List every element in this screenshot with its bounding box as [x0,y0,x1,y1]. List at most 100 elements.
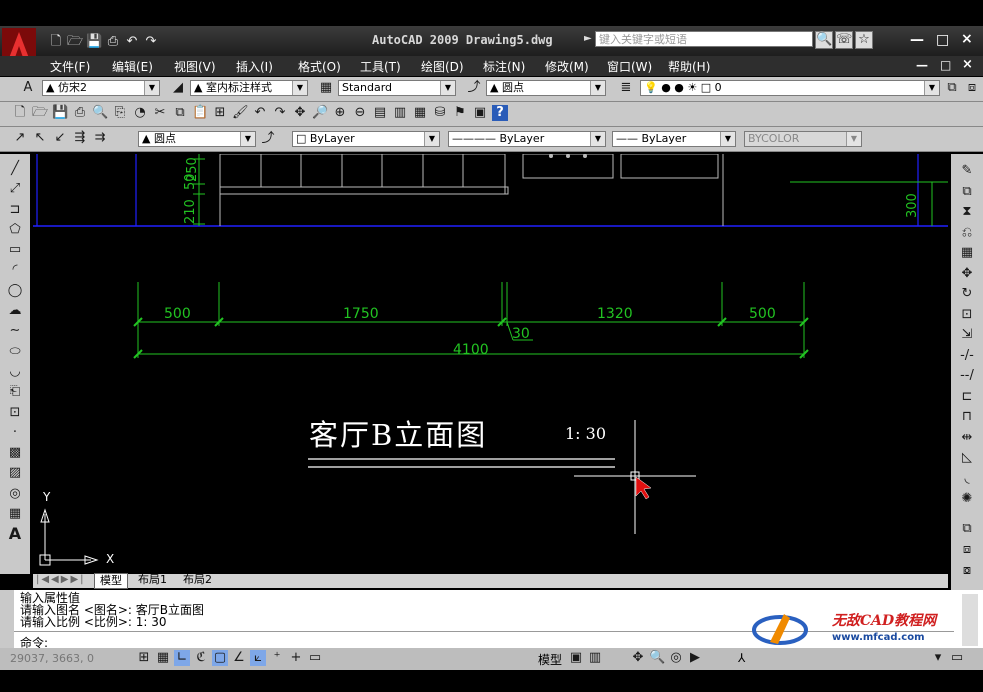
remove-leader-icon[interactable]: ↙ [52,130,68,146]
extend-icon[interactable]: --/ [958,367,976,385]
menu-dimension[interactable]: 标注(N) [483,58,525,75]
construction-line-icon[interactable]: ⤢ [6,180,24,198]
steering-wheel-icon[interactable]: ◎ [668,650,684,666]
insert-block-icon[interactable]: ⎗ [6,383,24,401]
ellipse-icon[interactable]: ⬭ [6,343,24,361]
undo-icon[interactable]: ↶ [252,105,268,121]
ortho-icon[interactable]: ∟ [174,650,190,666]
menu-format[interactable]: 格式(O) [298,58,341,75]
doc-restore-button[interactable]: □ [940,58,951,72]
polyline-icon[interactable]: ⊐ [6,201,24,219]
model-space-button[interactable]: 模型 [538,651,562,668]
gradient-icon[interactable]: ▨ [6,464,24,482]
zoom-window-icon[interactable]: ⊕ [332,105,348,121]
explode-icon[interactable]: ✺ [958,490,976,508]
chamfer-icon[interactable]: ◺ [958,449,976,467]
spline-icon[interactable]: ∼ [6,322,24,340]
redo-icon[interactable]: ↷ [143,34,159,50]
layer-state-icon[interactable]: ⧉ [944,80,960,96]
zoom-previous-icon[interactable]: ⊖ [352,105,368,121]
arc-icon[interactable]: ◜ [6,261,24,279]
open-icon[interactable]: 🗁 [67,34,83,50]
table-style-icon[interactable]: ▦ [318,80,334,96]
draworder-icon[interactable]: ⧉ [958,520,976,538]
minimize-button[interactable]: — [910,32,924,48]
erase-icon[interactable]: ✎ [958,162,976,180]
break-at-point-icon[interactable]: ⊏ [958,388,976,406]
mirror-icon[interactable]: ⧗ [958,203,976,221]
tab-layout1[interactable]: 布局1 [138,573,167,587]
match-properties-icon[interactable]: 🖌 [232,105,249,121]
menu-view[interactable]: 视图(V) [174,58,216,75]
copy-object-icon[interactable]: ⧉ [958,183,976,201]
markup-icon[interactable]: ⚑ [452,105,468,121]
redo-icon[interactable]: ↷ [272,105,288,121]
array-icon[interactable]: ▦ [958,244,976,262]
search-input[interactable]: 键入关键字或短语 [595,31,813,47]
quick-view-drawings-icon[interactable]: ▥ [587,650,603,666]
tray-settings-icon[interactable]: ▾ [930,650,946,666]
menu-window[interactable]: 窗口(W) [607,58,652,75]
add-leader-icon[interactable]: ↖ [32,130,48,146]
tab-model[interactable]: 模型 [94,573,128,589]
multileader-style-icon[interactable]: ⤴ [466,80,482,96]
plot-preview-icon[interactable]: 🔍 [92,105,108,121]
print-icon[interactable]: ⎙ [72,105,88,121]
quick-view-layouts-icon[interactable]: ▣ [568,650,584,666]
quick-properties-icon[interactable]: ▭ [307,650,323,666]
command-window-handle[interactable] [0,590,14,650]
save-icon[interactable]: 💾 [86,34,102,50]
collect-leader-icon[interactable]: ⇉ [92,130,108,146]
lineweight-toggle-icon[interactable]: + [288,650,304,666]
dyn-icon[interactable]: ⁺ [269,650,285,666]
menu-modify[interactable]: 修改(M) [545,58,589,75]
close-button[interactable]: × [961,31,973,47]
draworder-front-icon[interactable]: ⧇ [958,562,976,580]
communication-icon[interactable]: ☏ [835,31,853,49]
new-icon[interactable]: 🗋 [12,105,28,121]
mleader-style-select[interactable]: ▲ 圆点 ▼ [138,131,256,147]
pan-icon[interactable]: ✥ [630,650,646,666]
rectangle-icon[interactable]: ▭ [6,241,24,259]
annotation-scale-icon[interactable]: ⅄ [738,651,745,665]
zoom-icon[interactable]: 🔍 [649,650,665,666]
region-icon[interactable]: ◎ [6,485,24,503]
mleader-style-icon[interactable]: ⤴ [260,131,276,147]
layer-select[interactable]: 💡 ● ● ☀ □ 0 ▼ [640,80,940,96]
stretch-icon[interactable]: ⇲ [958,326,976,344]
revision-cloud-icon[interactable]: ☁ [6,302,24,320]
multileader-icon[interactable]: ↗ [12,130,28,146]
favorites-icon[interactable]: ☆ [855,31,873,49]
undo-icon[interactable]: ↶ [124,34,140,50]
trim-icon[interactable]: -/- [958,347,976,365]
properties-icon[interactable]: ▤ [372,105,388,121]
calculator-icon[interactable]: ▣ [472,105,488,121]
new-icon[interactable]: 🗋 [48,34,64,50]
color-select[interactable]: □ ByLayer ▼ [292,131,440,147]
paste-icon[interactable]: 📋 [192,105,208,121]
coordinates-readout[interactable]: 29037, 3663, 0 [10,652,94,665]
make-block-icon[interactable]: ⊡ [6,404,24,422]
polygon-icon[interactable]: ⬠ [6,221,24,239]
break-icon[interactable]: ⊓ [958,408,976,426]
doc-minimize-button[interactable]: — [916,58,928,72]
menu-edit[interactable]: 编辑(E) [112,58,153,75]
point-icon[interactable]: · [6,424,24,442]
open-icon[interactable]: 🗁 [32,105,48,121]
dim-style-select[interactable]: ▲ 室内标注样式 ▼ [190,80,308,96]
menu-help[interactable]: 帮助(H) [668,58,710,75]
text-style-select[interactable]: ▲ 仿宋2 ▼ [42,80,160,96]
dim-style-icon[interactable]: ◢ [170,80,186,96]
otrack-icon[interactable]: ∠ [231,650,247,666]
table-icon[interactable]: ▦ [6,505,24,523]
linetype-select[interactable]: ———— ByLayer ▼ [448,131,606,147]
menu-tools[interactable]: 工具(T) [360,58,401,75]
print-icon[interactable]: ⎙ [105,34,121,50]
offset-icon[interactable]: ⎌ [958,224,976,242]
publish-icon[interactable]: ⎘ [112,105,128,121]
multileader-style-select[interactable]: ▲ 圆点 ▼ [486,80,606,96]
hatch-icon[interactable]: ▩ [6,444,24,462]
ellipse-arc-icon[interactable]: ◡ [6,363,24,381]
maximize-button[interactable]: □ [936,32,949,48]
snap-icon[interactable]: ⊞ [136,650,152,666]
